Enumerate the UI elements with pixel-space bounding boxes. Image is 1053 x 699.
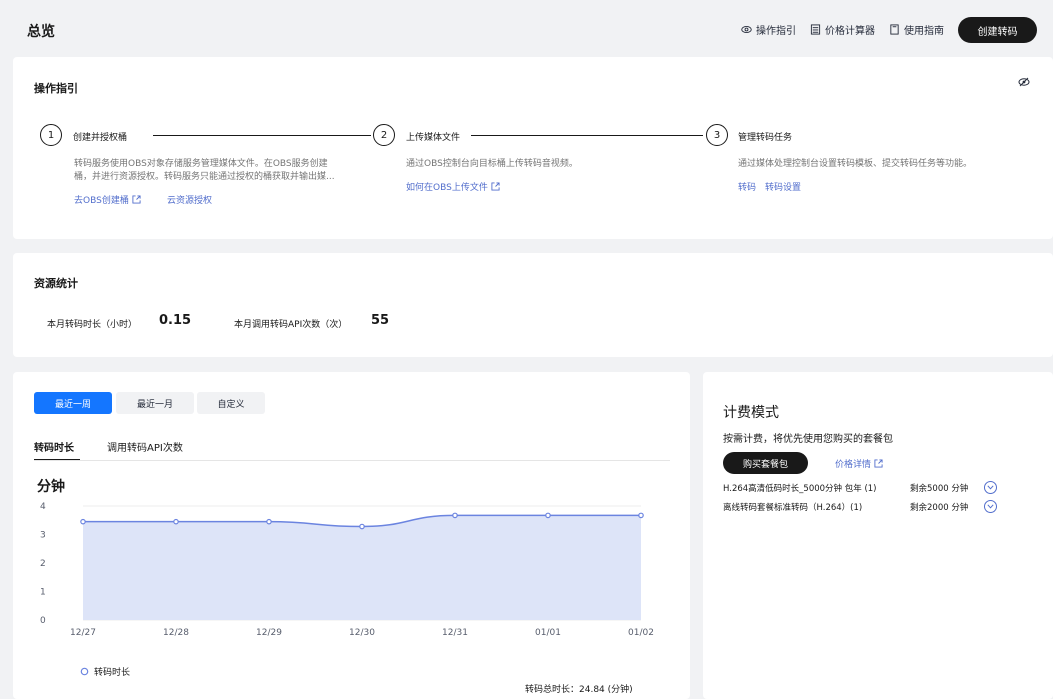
user-guide-link[interactable]: 使用指南: [889, 22, 944, 37]
obs-upload-help-link[interactable]: 如何在OBS上传文件: [406, 180, 500, 193]
data-point: [452, 512, 458, 519]
step-3-title: 管理转码任务: [738, 133, 793, 143]
calculator-link-label: 价格计算器: [825, 26, 875, 37]
page-title: 总览: [27, 24, 55, 40]
duration-area-chart: 0 1 2 3 4 12/27 12/28 12/29 12/30 12/31 01/01 01/02: [40, 502, 654, 638]
api-calls-value: 55: [371, 313, 390, 328]
billing-card: 计费模式 按需计费，将优先使用您购买的套餐包 购买套餐包 价格详情 H.264高…: [703, 372, 1053, 699]
x-tick-label: 12/28: [163, 628, 189, 638]
chart-area-layer: [83, 514, 641, 620]
x-tick-label: 12/27: [70, 628, 96, 638]
step-3-desc: 通过媒体处理控制台设置转码模板、提交转码任务等功能。: [738, 159, 973, 169]
step-3-number: 3: [706, 124, 728, 146]
package-2-remaining: 剩余2000 分钟: [910, 503, 969, 513]
x-tick-label: 12/29: [256, 628, 282, 638]
chart-unit-label: 分钟: [37, 479, 65, 495]
range-last-week-button[interactable]: 最近一周: [34, 392, 112, 414]
y-tick-label: 1: [40, 588, 46, 598]
step-2-title: 上传媒体文件: [406, 133, 461, 143]
billing-title: 计费模式: [723, 405, 779, 421]
transcode-settings-link[interactable]: 转码设置: [765, 180, 801, 193]
legend-marker-icon: [80, 667, 89, 676]
step-connector: [471, 135, 703, 136]
package-1-remaining: 剩余5000 分钟: [910, 484, 969, 494]
y-tick-label: 2: [40, 559, 46, 569]
cloud-resource-auth-link[interactable]: 云资源授权: [167, 193, 212, 206]
data-point: [173, 518, 179, 525]
guide-toggle-link[interactable]: 操作指引: [741, 22, 796, 37]
page-header: 总览 操作指引 价格计算器 使用指南 创建转码: [0, 0, 1053, 56]
chart-legend[interactable]: 转码时长: [80, 665, 130, 678]
package-1-name: H.264高清低码时长_5000分钟 包年 (1): [723, 484, 877, 494]
data-point: [80, 518, 86, 525]
price-details-label: 价格详情: [835, 460, 872, 470]
create-obs-bucket-link[interactable]: 去OBS创建桶: [74, 193, 141, 206]
step-1-number: 1: [40, 124, 62, 146]
y-tick-label: 4: [40, 502, 46, 512]
x-tick-label: 12/30: [349, 628, 375, 638]
external-link-icon: [491, 182, 500, 191]
create-obs-bucket-label: 去OBS创建桶: [74, 196, 129, 206]
step-2-number: 2: [373, 124, 395, 146]
legend-label: 转码时长: [94, 668, 131, 678]
data-point: [545, 512, 551, 519]
transcode-link[interactable]: 转码: [738, 180, 756, 193]
manual-link-label: 使用指南: [904, 26, 944, 37]
price-details-link[interactable]: 价格详情: [835, 457, 883, 470]
range-last-month-button[interactable]: 最近一月: [116, 392, 194, 414]
resource-stats-card: 资源统计 本月转码时长（小时） 0.15 本月调用转码API次数（次） 55: [13, 253, 1053, 357]
guide-link-label: 操作指引: [756, 26, 796, 37]
tab-transcode-duration[interactable]: 转码时长: [34, 439, 74, 454]
step-connector: [153, 135, 371, 136]
package-2-name: 离线转码套餐标准转码（H.264）(1): [723, 503, 863, 513]
step-1-title: 创建并授权桶: [73, 133, 128, 143]
eye-icon: [741, 26, 752, 33]
resource-stats-title: 资源统计: [34, 277, 78, 290]
external-link-icon: [874, 459, 883, 468]
transcode-duration-value: 0.15: [159, 313, 192, 328]
chevron-down-icon: [987, 504, 994, 509]
api-calls-label: 本月调用转码API次数（次）: [234, 320, 348, 330]
create-transcode-button[interactable]: 创建转码: [958, 17, 1037, 43]
guide-title: 操作指引: [34, 82, 78, 95]
x-tick-label: 01/01: [535, 628, 561, 638]
data-point: [638, 512, 644, 519]
guide-card: 操作指引 1 创建并授权桶 转码服务使用OBS对象存储服务管理媒体文件。在OBS…: [13, 57, 1053, 239]
step-1-desc-line2: 桶，并进行资源授权。转码服务只能通过授权的桶获取并输出媒...: [74, 172, 335, 182]
tab-divider: [34, 460, 670, 461]
y-tick-label: 0: [40, 616, 46, 626]
buy-package-button[interactable]: 购买套餐包: [723, 452, 808, 474]
billing-subtitle: 按需计费，将优先使用您购买的套餐包: [723, 434, 893, 445]
tab-api-calls[interactable]: 调用转码API次数: [107, 439, 183, 454]
eye-off-icon[interactable]: [1018, 76, 1030, 88]
step-1-desc-line1: 转码服务使用OBS对象存储服务管理媒体文件。在OBS服务创建: [74, 159, 328, 169]
data-point: [359, 523, 365, 530]
x-tick-label: 01/02: [628, 628, 654, 638]
transcode-duration-label: 本月转码时长（小时）: [47, 320, 138, 330]
data-point: [266, 518, 272, 525]
range-custom-button[interactable]: 自定义: [197, 392, 265, 414]
external-link-icon: [132, 195, 141, 204]
step-2-desc: 通过OBS控制台向目标桶上传转码音视频。: [406, 159, 578, 169]
y-tick-label: 3: [40, 531, 46, 541]
calculator-icon: [810, 24, 821, 35]
usage-chart-card: 最近一周 最近一月 自定义 转码时长 调用转码API次数 分钟 0 1 2 3 4 12/…: [13, 372, 690, 699]
x-tick-label: 12/31: [442, 628, 468, 638]
series-area: [83, 515, 641, 620]
chevron-down-icon: [987, 485, 994, 490]
package-1-expand-button[interactable]: [984, 481, 997, 494]
price-calculator-link[interactable]: 价格计算器: [810, 22, 875, 37]
document-icon: [890, 24, 899, 35]
total-duration-text: 转码总时长：24.84 (分钟): [525, 685, 633, 695]
obs-upload-help-label: 如何在OBS上传文件: [406, 183, 488, 193]
package-2-expand-button[interactable]: [984, 500, 997, 513]
